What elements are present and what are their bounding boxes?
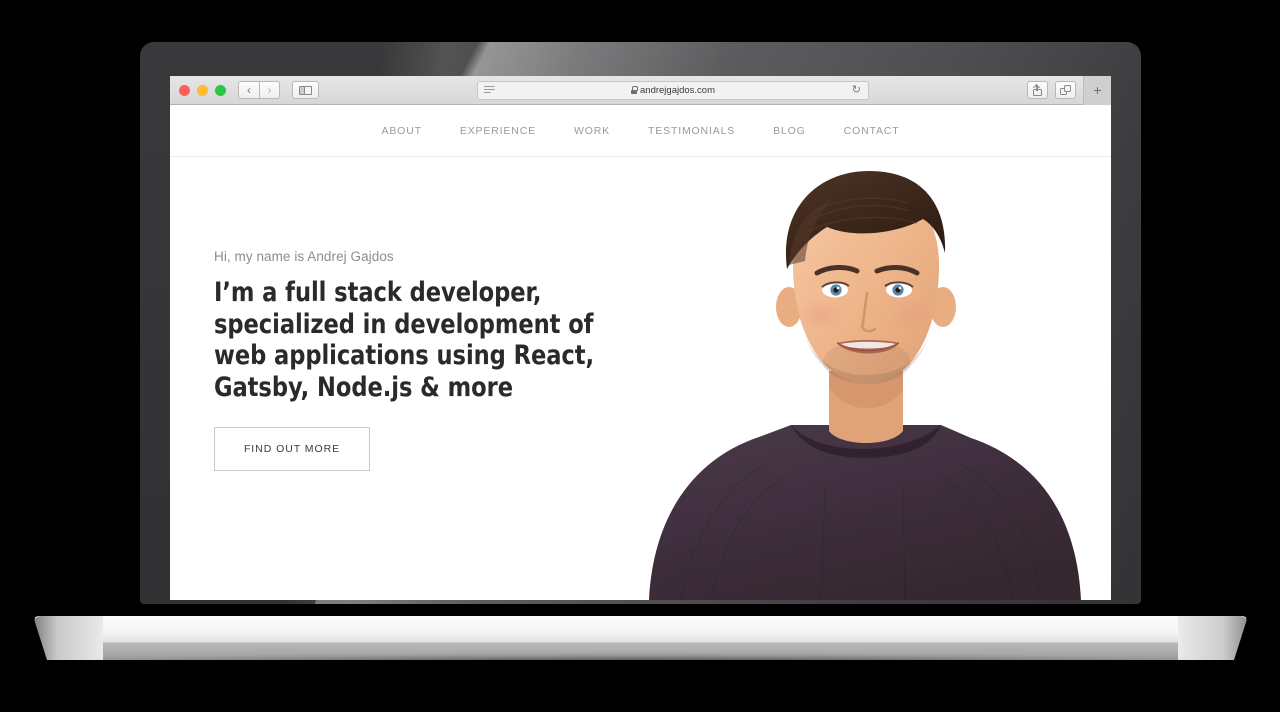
new-tab-button[interactable]: +: [1083, 76, 1111, 105]
show-tabs-button[interactable]: [1055, 81, 1076, 99]
nav-item-blog[interactable]: BLOG: [773, 125, 806, 137]
nav-item-work[interactable]: WORK: [574, 125, 610, 137]
nav-item-about[interactable]: ABOUT: [382, 125, 422, 137]
nav-item-experience[interactable]: EXPERIENCE: [460, 125, 536, 137]
hero-section: Hi, my name is Andrej Gajdos I’m a full …: [170, 157, 1111, 600]
hero-eyebrow: Hi, my name is Andrej Gajdos: [214, 249, 394, 264]
chevron-left-icon: ‹: [247, 83, 251, 97]
find-out-more-button[interactable]: FIND OUT MORE: [214, 427, 370, 472]
hero-copy: Hi, my name is Andrej Gajdos I’m a full …: [214, 249, 674, 472]
laptop-base-left-edge: [33, 616, 103, 660]
laptop-base-shadow: [60, 655, 1220, 669]
laptop-base-right-edge: [1178, 616, 1248, 660]
address-bar-content: andrejgajdos.com: [631, 85, 715, 96]
browser-toolbar: ‹ › andrejgajdos.com ↻ +: [170, 76, 1111, 105]
web-page: ABOUT EXPERIENCE WORK TESTIMONIALS BLOG …: [170, 105, 1111, 600]
nav-item-testimonials[interactable]: TESTIMONIALS: [648, 125, 735, 137]
close-button[interactable]: [179, 84, 190, 96]
back-button[interactable]: ‹: [238, 81, 259, 99]
minimize-button[interactable]: [197, 84, 208, 96]
share-button[interactable]: [1027, 81, 1048, 99]
reload-icon[interactable]: ↻: [852, 84, 861, 96]
screenshot-stage: ‹ › andrejgajdos.com ↻ + ABOUT EXPERIENC…: [0, 0, 1280, 712]
site-navigation: ABOUT EXPERIENCE WORK TESTIMONIALS BLOG …: [170, 105, 1111, 157]
show-tabs-icon: [1060, 85, 1071, 95]
portrait-illustration: [641, 157, 1111, 600]
nav-item-contact[interactable]: CONTACT: [844, 125, 900, 137]
hero-title: I’m a full stack developer, specialized …: [214, 277, 595, 403]
laptop-screen: ‹ › andrejgajdos.com ↻ + ABOUT EXPERIENC…: [170, 76, 1111, 600]
sidebar-toggle-button[interactable]: [292, 81, 319, 99]
toolbar-right-actions: +: [1027, 76, 1111, 105]
navigation-buttons: ‹ ›: [238, 81, 280, 99]
chevron-right-icon: ›: [267, 83, 272, 97]
address-bar-region: andrejgajdos.com ↻: [327, 80, 1019, 100]
address-bar[interactable]: andrejgajdos.com ↻: [477, 80, 869, 100]
laptop-base: [33, 616, 1248, 660]
sidebar-icon: [299, 85, 312, 95]
lock-icon: [631, 86, 638, 94]
address-bar-url: andrejgajdos.com: [640, 84, 715, 96]
zoom-button[interactable]: [215, 84, 226, 96]
forward-button[interactable]: ›: [259, 81, 280, 99]
share-icon: [1033, 84, 1042, 96]
reader-view-icon[interactable]: [484, 85, 495, 96]
hero-portrait: [641, 157, 1111, 600]
window-controls: [179, 84, 226, 96]
